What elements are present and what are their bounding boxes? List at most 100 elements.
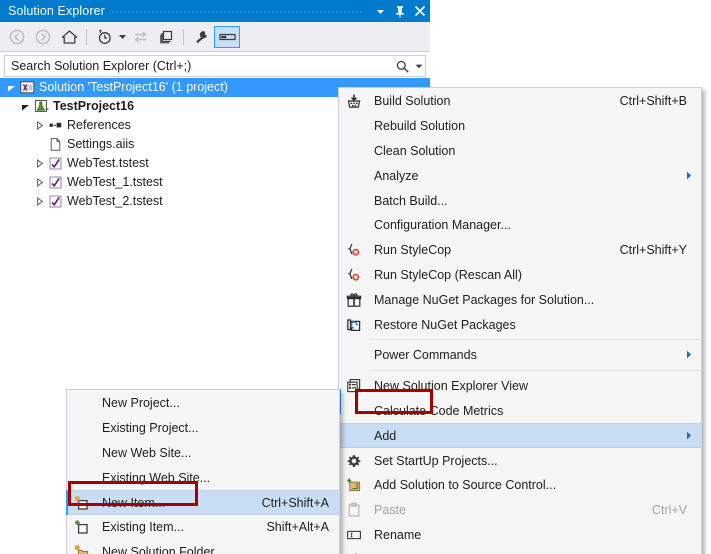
menu-item-add-solution-to-source-control[interactable]: Add Solution to Source Control...: [339, 473, 701, 498]
no-icon: [67, 441, 97, 466]
chevron-down-icon[interactable]: [117, 25, 127, 49]
solution-context-menu: Build Solution Ctrl+Shift+B Rebuild Solu…: [338, 87, 702, 554]
menu-item-add[interactable]: Add: [338, 423, 701, 449]
menu-item-label: Clean Solution: [374, 143, 456, 158]
menu-item-analyze[interactable]: Analyze: [339, 163, 701, 188]
test-icon: [46, 154, 64, 173]
menu-item-label: Manage NuGet Packages for Solution...: [374, 292, 595, 307]
menu-item-paste[interactable]: Paste Ctrl+V: [339, 498, 701, 523]
wrench-icon: [339, 547, 369, 554]
solution-explorer-view-icon: [339, 374, 369, 399]
solution-icon: [18, 78, 36, 97]
menu-item-properties[interactable]: Properties Alt+Enter: [339, 547, 701, 554]
menu-item-label: Power Commands: [374, 348, 477, 363]
menu-separator: [369, 339, 701, 341]
pin-icon[interactable]: [390, 0, 410, 22]
menu-item-label: Set StartUp Projects...: [374, 453, 498, 468]
submenu-item-existing-item[interactable]: Existing Item... Shift+Alt+A: [67, 515, 339, 540]
build-icon: [339, 89, 369, 114]
new-item-icon: [67, 491, 97, 514]
search-input[interactable]: Search Solution Explorer (Ctrl+;): [5, 59, 391, 73]
gear-icon: [339, 448, 369, 473]
chevron-down-icon[interactable]: [370, 0, 390, 22]
tree-node-label: WebTest_2.tstest: [67, 194, 163, 208]
menu-item-shortcut: Ctrl+Shift+Y: [619, 243, 687, 258]
no-icon: [339, 343, 369, 368]
chevron-down-icon[interactable]: [413, 62, 425, 70]
menu-item-restore-nuget-packages[interactable]: Restore NuGet Packages: [339, 312, 701, 337]
menu-item-manage-nuget-packages[interactable]: Manage NuGet Packages for Solution...: [339, 287, 701, 312]
tree-node-label: References: [67, 118, 131, 132]
window-title: Solution Explorer: [8, 4, 105, 18]
menu-item-clean-solution[interactable]: Clean Solution: [339, 139, 701, 164]
source-control-icon: [339, 473, 369, 498]
menu-separator: [369, 370, 701, 372]
search-solution-explorer-box[interactable]: Search Solution Explorer (Ctrl+;): [4, 55, 426, 77]
menu-item-shortcut: Shift+Alt+A: [266, 520, 329, 535]
menu-item-new-solution-explorer-view[interactable]: New Solution Explorer View: [339, 374, 701, 399]
menu-item-run-stylecop-rescan-all[interactable]: Run StyleCop (Rescan All): [339, 263, 701, 288]
menu-item-run-stylecop[interactable]: Run StyleCop Ctrl+Shift+Y: [339, 238, 701, 263]
menu-item-label: New Solution Explorer View: [374, 379, 529, 394]
sync-icon[interactable]: [127, 25, 153, 49]
menu-item-label: New Project...: [102, 396, 180, 411]
no-icon: [339, 114, 369, 139]
paste-icon: [339, 498, 369, 523]
menu-item-label: Add Solution to Source Control...: [374, 478, 557, 493]
menu-item-rebuild-solution[interactable]: Rebuild Solution: [339, 114, 701, 139]
project-icon: [32, 97, 50, 116]
menu-item-build-solution[interactable]: Build Solution Ctrl+Shift+B: [339, 89, 701, 114]
menu-item-configuration-manager[interactable]: Configuration Manager...: [339, 213, 701, 238]
menu-item-label: Rebuild Solution: [374, 119, 466, 134]
forward-arrow-icon[interactable]: [30, 25, 56, 49]
menu-item-label: Restore NuGet Packages: [374, 317, 516, 332]
expander-collapsed-icon[interactable]: [32, 192, 46, 211]
menu-item-label: Existing Web Site...: [102, 470, 211, 485]
submenu-arrow-icon: [686, 348, 692, 362]
wrench-icon[interactable]: [188, 25, 214, 49]
back-arrow-icon[interactable]: [4, 25, 30, 49]
menu-item-rename[interactable]: Rename: [339, 523, 701, 548]
menu-item-shortcut: Ctrl+V: [651, 503, 687, 518]
expander-expanded-icon[interactable]: [4, 78, 18, 97]
search-icon[interactable]: [391, 59, 413, 74]
stylecop-icon: [339, 263, 369, 288]
no-icon: [67, 416, 97, 441]
submenu-item-new-solution-folder[interactable]: New Solution Folder: [67, 540, 339, 554]
tree-node-label: WebTest_1.tstest: [67, 175, 163, 189]
window-titlebar: Solution Explorer: [0, 0, 430, 22]
no-icon: [67, 391, 97, 416]
submenu-item-new-project[interactable]: New Project...: [67, 391, 339, 416]
menu-item-power-commands[interactable]: Power Commands: [339, 343, 701, 368]
submenu-item-new-web-site[interactable]: New Web Site...: [67, 441, 339, 466]
submenu-item-existing-project[interactable]: Existing Project...: [67, 416, 339, 441]
restore-nuget-icon: [339, 312, 369, 337]
expander-collapsed-icon[interactable]: [32, 173, 46, 192]
expander-collapsed-icon[interactable]: [32, 116, 46, 135]
tree-node-label: TestProject16: [53, 99, 135, 113]
menu-item-label: Batch Build...: [374, 193, 448, 208]
menu-item-calculate-code-metrics[interactable]: Calculate Code Metrics: [339, 399, 701, 424]
tree-node-label: Solution 'TestProject16' (1 project): [39, 80, 228, 94]
menu-item-label: Run StyleCop: [374, 243, 452, 258]
submenu-item-new-item[interactable]: New Item... Ctrl+Shift+A: [66, 490, 339, 515]
menu-item-shortcut: Ctrl+Shift+A: [261, 495, 329, 510]
menu-item-label: Rename: [374, 527, 422, 542]
no-icon: [339, 139, 369, 164]
collapse-all-icon[interactable]: [153, 25, 179, 49]
toolbar-separator: [183, 28, 184, 45]
close-icon[interactable]: [410, 0, 430, 22]
menu-item-label: Existing Project...: [102, 421, 199, 436]
no-icon: [339, 188, 369, 213]
submenu-arrow-icon: [686, 169, 692, 183]
home-icon[interactable]: [56, 25, 82, 49]
menu-item-batch-build[interactable]: Batch Build...: [339, 188, 701, 213]
submenu-item-existing-web-site[interactable]: Existing Web Site...: [67, 465, 339, 490]
references-icon: [46, 116, 64, 135]
expander-collapsed-icon[interactable]: [32, 154, 46, 173]
preview-pane-icon[interactable]: [214, 25, 240, 48]
menu-item-set-startup-projects[interactable]: Set StartUp Projects...: [339, 448, 701, 473]
menu-item-label: Calculate Code Metrics: [374, 403, 504, 418]
clock-icon[interactable]: [91, 25, 117, 49]
expander-expanded-icon[interactable]: [18, 97, 32, 116]
